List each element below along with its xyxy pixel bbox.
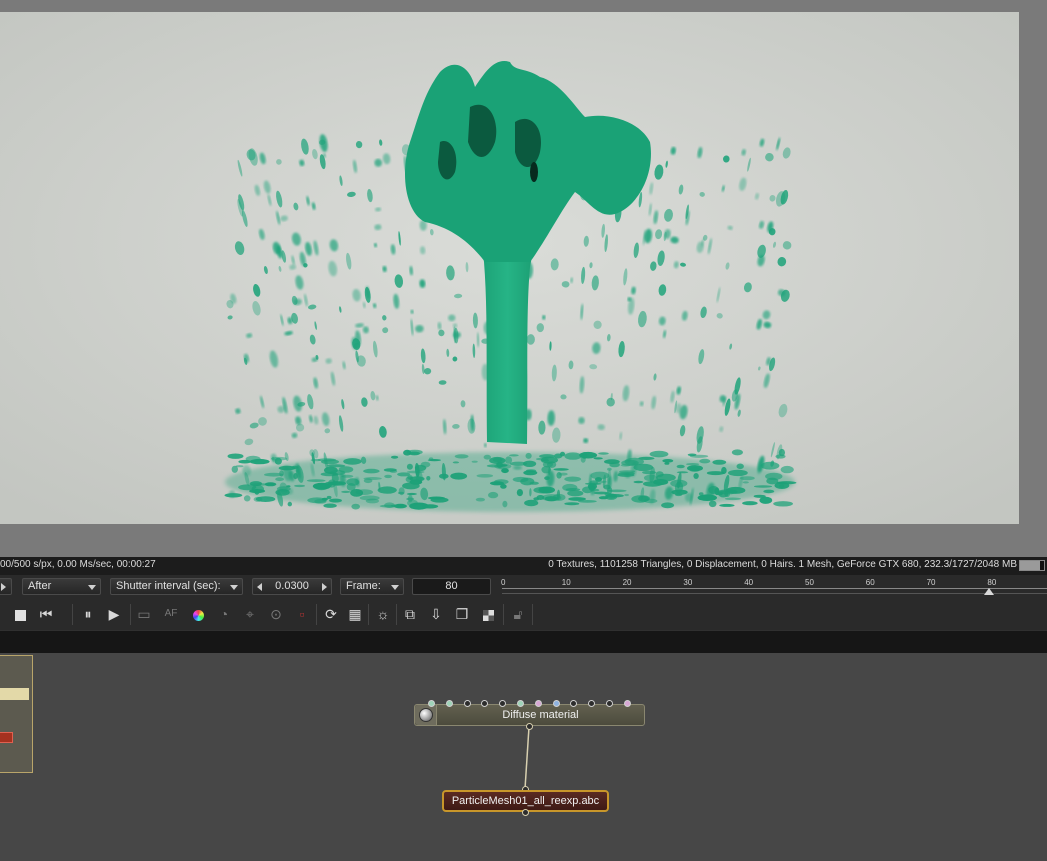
- material-picker-icon[interactable]: ◔: [214, 604, 234, 624]
- render-stats-left: 00/500 s/px, 0.00 Ms/sec, 00:00:27: [0, 559, 156, 570]
- node-partial[interactable]: [0, 655, 33, 773]
- scene-stats: 0 Textures, 1101258 Triangles, 0 Displac…: [548, 559, 1017, 570]
- shutter-stepper[interactable]: 0.0300: [252, 578, 332, 595]
- checker-icon[interactable]: [478, 604, 498, 624]
- frame-input[interactable]: 80: [412, 578, 491, 595]
- copy-icon[interactable]: ⧉: [400, 604, 420, 624]
- frame-dropdown[interactable]: Frame:: [340, 578, 404, 595]
- timeline-tick-label: 30: [683, 578, 693, 587]
- gpu-memory-meter: [1019, 560, 1045, 571]
- lock-icon[interactable]: 🔓︎: [508, 604, 528, 624]
- chevron-down-icon: [230, 585, 238, 590]
- display-icon[interactable]: ▭: [134, 604, 154, 624]
- timeline-tick-label: 40: [744, 578, 754, 587]
- timeline-playhead[interactable]: [984, 588, 995, 595]
- autofocus-icon[interactable]: AF: [161, 604, 181, 624]
- play-icon[interactable]: ▶: [104, 604, 124, 624]
- region-render-icon[interactable]: ▦: [345, 604, 365, 624]
- diffuse-input-pin[interactable]: [552, 700, 560, 707]
- mesh-node-label: ParticleMesh01_all_reexp.abc: [451, 795, 600, 807]
- diffuse-output-pin[interactable]: [526, 723, 533, 730]
- diffuse-input-pin[interactable]: [445, 700, 453, 707]
- diffuse-input-pin[interactable]: [606, 700, 613, 707]
- timeline-tick-label: 60: [865, 578, 875, 587]
- node-icon-box: [415, 705, 437, 725]
- material-sphere-icon: [419, 708, 433, 722]
- delete-object-icon[interactable]: ▫: [292, 604, 312, 624]
- diffuse-input-pin[interactable]: [517, 700, 524, 707]
- playback-controls: After Shutter interval (sec): 0.0300 Fra…: [0, 575, 1047, 599]
- status-bar: 00/500 s/px, 0.00 Ms/sec, 00:00:27 0 Tex…: [0, 557, 1047, 575]
- prev-button[interactable]: [0, 578, 12, 595]
- diffuse-input-pin[interactable]: [623, 700, 631, 707]
- timeline-tick-label: 50: [805, 578, 814, 587]
- graph-header: [0, 630, 1047, 654]
- timeline[interactable]: 0 10 20 30 40 50 60 70 80: [500, 575, 1047, 599]
- clone-icon[interactable]: ❐: [452, 604, 472, 624]
- render-image[interactable]: [0, 12, 1019, 524]
- timeline-tick-label: 0: [501, 578, 506, 587]
- fluid-splash-render: [0, 12, 1019, 524]
- shutter-label: Shutter interval (sec):: [116, 580, 221, 592]
- render-viewport[interactable]: [0, 0, 1047, 557]
- chevron-down-icon: [88, 585, 96, 590]
- diffuse-input-pin[interactable]: [428, 700, 435, 707]
- object-picker-icon[interactable]: ⊙: [266, 604, 286, 624]
- timeline-tick-label: 20: [622, 578, 632, 587]
- node-output-pin[interactable]: [0, 732, 13, 743]
- diffuse-material-label: Diffuse material: [502, 709, 579, 721]
- node-header-bar: [0, 688, 29, 700]
- node-graph[interactable]: Diffuse material ParticleMesh01_all_reex…: [0, 653, 1047, 861]
- timeline-track[interactable]: [502, 588, 1047, 594]
- arrow-right-icon: [1, 583, 6, 591]
- color-picker-icon[interactable]: [188, 604, 208, 624]
- gamma-icon[interactable]: ☼: [373, 604, 393, 624]
- stop-icon[interactable]: [10, 604, 30, 624]
- shutter-value: 0.0300: [275, 580, 309, 592]
- camera-target-icon[interactable]: ⌖: [240, 604, 260, 624]
- diffuse-input-pin[interactable]: [463, 700, 471, 707]
- shutter-dropdown[interactable]: Shutter interval (sec):: [110, 578, 243, 595]
- render-toolbar: ⏮ ⏸ ▶ ▭ AF ◔ ⌖ ⊙ ▫ ⟳ ▦ ☼ ⧉ ⇩ ❐ 🔓︎: [0, 599, 1047, 630]
- frame-label: Frame:: [346, 580, 381, 592]
- increment-icon[interactable]: [322, 583, 327, 591]
- timeline-tick-label: 10: [561, 578, 571, 587]
- chevron-down-icon: [391, 585, 399, 590]
- frame-value: 80: [445, 580, 458, 592]
- node-connection: [524, 726, 530, 790]
- export-icon[interactable]: ⇩: [426, 604, 446, 624]
- refresh-render-icon[interactable]: ⟳: [321, 604, 341, 624]
- timeline-tick-label: 70: [926, 578, 936, 587]
- pause-icon[interactable]: ⏸: [78, 604, 98, 624]
- diffuse-input-pin[interactable]: [534, 700, 542, 707]
- mode-dropdown[interactable]: After: [22, 578, 101, 595]
- rewind-to-start-icon[interactable]: ⏮: [36, 604, 56, 624]
- mode-dropdown-value: After: [28, 580, 52, 592]
- mesh-output-pin[interactable]: [522, 809, 529, 816]
- timeline-tick-label: 80: [987, 578, 997, 587]
